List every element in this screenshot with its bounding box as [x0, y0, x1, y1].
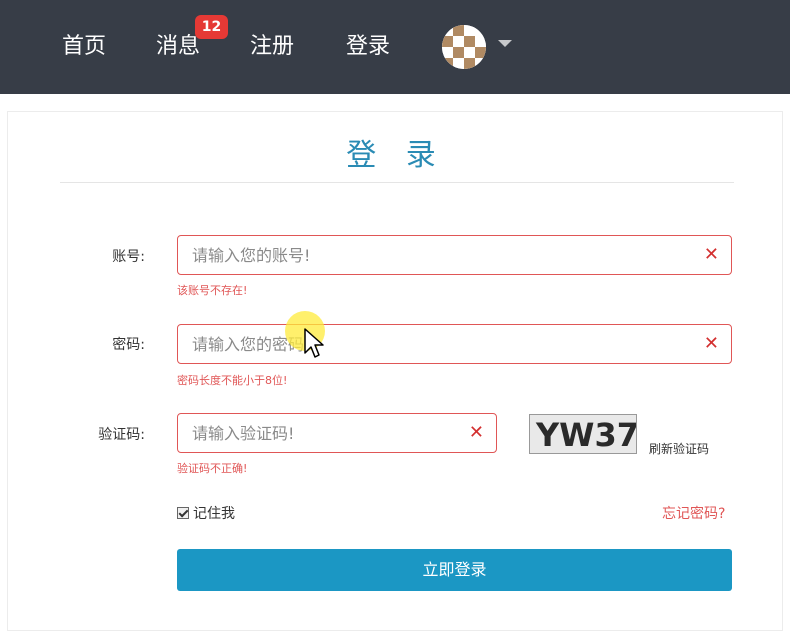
nav-home[interactable]: 首页 — [62, 30, 106, 64]
captcha-clear-icon[interactable]: ✕ — [469, 423, 484, 443]
refresh-captcha-link[interactable]: 刷新验证码 — [649, 440, 709, 457]
title-divider — [60, 182, 734, 183]
login-submit-button[interactable]: 立即登录 — [177, 549, 732, 591]
password-label: 密码: — [112, 337, 145, 353]
captcha-error: 验证码不正确! — [177, 462, 248, 475]
checkbox-checked-icon[interactable] — [177, 507, 189, 519]
caret-down-icon[interactable] — [498, 40, 512, 47]
password-error: 密码长度不能小于8位! — [177, 374, 288, 387]
top-navbar: 首页 消息 12 注册 登录 — [0, 0, 790, 94]
remember-me-checkbox[interactable]: 记住我 — [177, 503, 235, 523]
account-label: 账号: — [112, 249, 145, 265]
captcha-label: 验证码: — [98, 427, 145, 443]
page-title: 登 录 — [346, 138, 446, 173]
password-input[interactable] — [178, 325, 731, 363]
nav-login[interactable]: 登录 — [346, 30, 390, 64]
captcha-image[interactable]: YW37 — [529, 414, 637, 454]
remember-me-label: 记住我 — [193, 506, 235, 522]
password-clear-icon[interactable]: ✕ — [704, 334, 719, 354]
password-field-box: ✕ — [177, 324, 732, 364]
account-field-box: ✕ — [177, 235, 732, 275]
account-clear-icon[interactable]: ✕ — [704, 245, 719, 265]
nav-messages[interactable]: 消息 — [156, 30, 200, 64]
captcha-field-box: ✕ — [177, 413, 497, 453]
message-count-badge: 12 — [195, 15, 228, 39]
forgot-password-link[interactable]: 忘记密码? — [662, 503, 725, 523]
captcha-input[interactable] — [178, 414, 496, 452]
account-error: 该账号不存在! — [177, 284, 248, 297]
nav-register[interactable]: 注册 — [250, 30, 294, 64]
captcha-image-text: YW37 — [536, 416, 637, 454]
avatar-icon[interactable] — [442, 25, 486, 69]
account-input[interactable] — [178, 236, 731, 274]
